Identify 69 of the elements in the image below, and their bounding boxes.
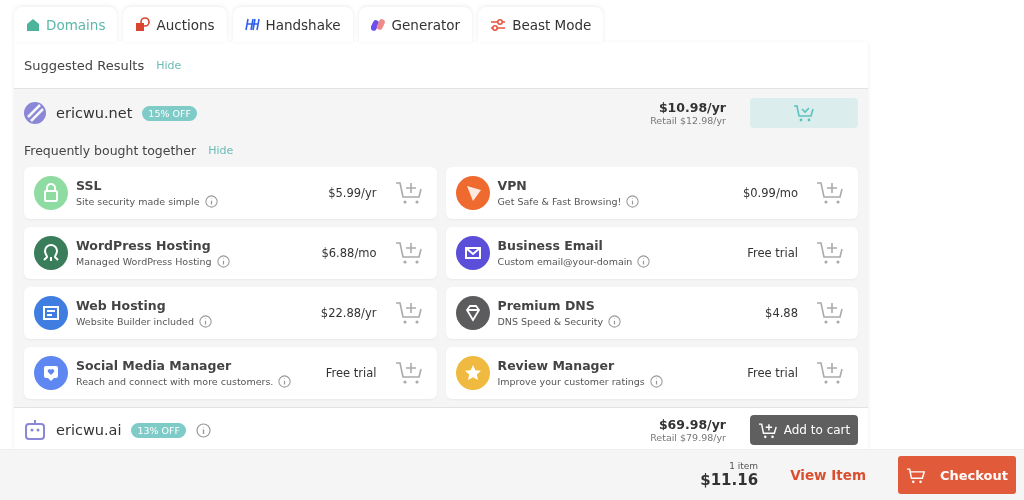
addon-description: Managed WordPress Hosting <box>76 256 212 267</box>
tab[interactable]: Handshake <box>232 7 353 42</box>
retail-price: Retail $79.98/yr <box>650 432 726 443</box>
info-icon[interactable] <box>608 315 622 328</box>
checkout-button[interactable]: Checkout <box>898 456 1016 494</box>
addon-price: $0.99/mo <box>742 186 798 200</box>
domain-price: $69.98/yr <box>658 417 726 432</box>
tab[interactable]: Auctions <box>123 7 227 42</box>
addon-price: Free trial <box>747 246 798 260</box>
tab[interactable]: Beast Mode <box>478 7 604 42</box>
info-icon[interactable] <box>216 255 230 268</box>
addon-name: Review Manager <box>497 358 616 373</box>
cart-plus-icon[interactable] <box>816 301 844 325</box>
add-to-cart-button[interactable] <box>750 98 858 128</box>
addon-price: $5.99/yr <box>328 186 377 200</box>
addon-price: $6.88/mo <box>321 246 377 260</box>
cart-plus-icon[interactable] <box>816 181 844 205</box>
cart-plus-icon[interactable] <box>394 241 423 265</box>
cart-icon <box>906 466 926 484</box>
sliders-icon <box>490 17 507 32</box>
addon-price: Free trial <box>325 366 377 380</box>
retail-price: Retail $12.98/yr <box>650 115 726 126</box>
info-icon[interactable] <box>198 315 212 328</box>
domain-name: ericwu.ai <box>56 422 122 438</box>
cart-plus-icon[interactable] <box>394 181 423 205</box>
addon-description: Reach and connect with more customers. <box>76 376 274 387</box>
addon-description: Custom email@your-domain <box>497 256 633 267</box>
addon-name: Business Email <box>497 238 604 253</box>
addon-description: Site security made simple <box>76 196 200 207</box>
discount-badge: 13% OFF <box>131 422 186 438</box>
cart-total: $11.16 <box>700 471 759 489</box>
addon-description: Improve your customer ratings <box>497 376 645 387</box>
addon-name: Web Hosting <box>76 298 167 313</box>
addon-description: DNS Speed & Security <box>497 316 604 327</box>
domain-name: ericwu.net <box>56 105 133 121</box>
addon-name: Social Media Manager <box>76 358 233 373</box>
cart-plus-icon[interactable] <box>816 241 844 265</box>
addon-price: $22.88/yr <box>320 306 377 320</box>
house-icon <box>26 17 40 32</box>
cart-plus-icon[interactable] <box>816 361 844 385</box>
cart-plus-icon[interactable] <box>394 361 423 385</box>
cart-plus-icon <box>757 421 778 439</box>
section-title: Frequently bought together <box>24 142 197 158</box>
addon-name: SSL <box>76 178 103 193</box>
info-icon[interactable] <box>626 195 640 208</box>
tab[interactable]: Generator <box>358 7 473 42</box>
cart-check-icon <box>793 104 815 122</box>
info-icon[interactable] <box>637 255 651 268</box>
robot-icon <box>24 419 46 441</box>
info-icon[interactable] <box>649 375 663 388</box>
discount-badge: 15% OFF <box>142 105 197 121</box>
striped-circle-icon <box>24 102 46 124</box>
item-count: 1 item <box>729 461 759 471</box>
info-icon[interactable] <box>196 422 211 438</box>
addon-price: Free trial <box>747 366 798 380</box>
info-icon[interactable] <box>278 375 292 388</box>
domain-price: $10.98/yr <box>658 100 726 115</box>
cart-plus-icon[interactable] <box>394 301 423 325</box>
addon-name: VPN <box>497 178 528 193</box>
addon-name: WordPress Hosting <box>76 238 212 253</box>
addon-price: $4.88 <box>765 306 798 320</box>
section-title: Suggested Results <box>24 57 145 73</box>
addon-name: Premium DNS <box>497 298 596 313</box>
info-icon[interactable] <box>204 195 218 208</box>
pills-icon <box>370 17 386 32</box>
add-to-cart-button[interactable]: Add to cart <box>750 415 858 445</box>
addon-description: Website Builder included <box>76 316 194 327</box>
view-item-link[interactable]: View Item <box>790 467 866 483</box>
addon-description: Get Safe & Fast Browsing! <box>497 196 622 207</box>
